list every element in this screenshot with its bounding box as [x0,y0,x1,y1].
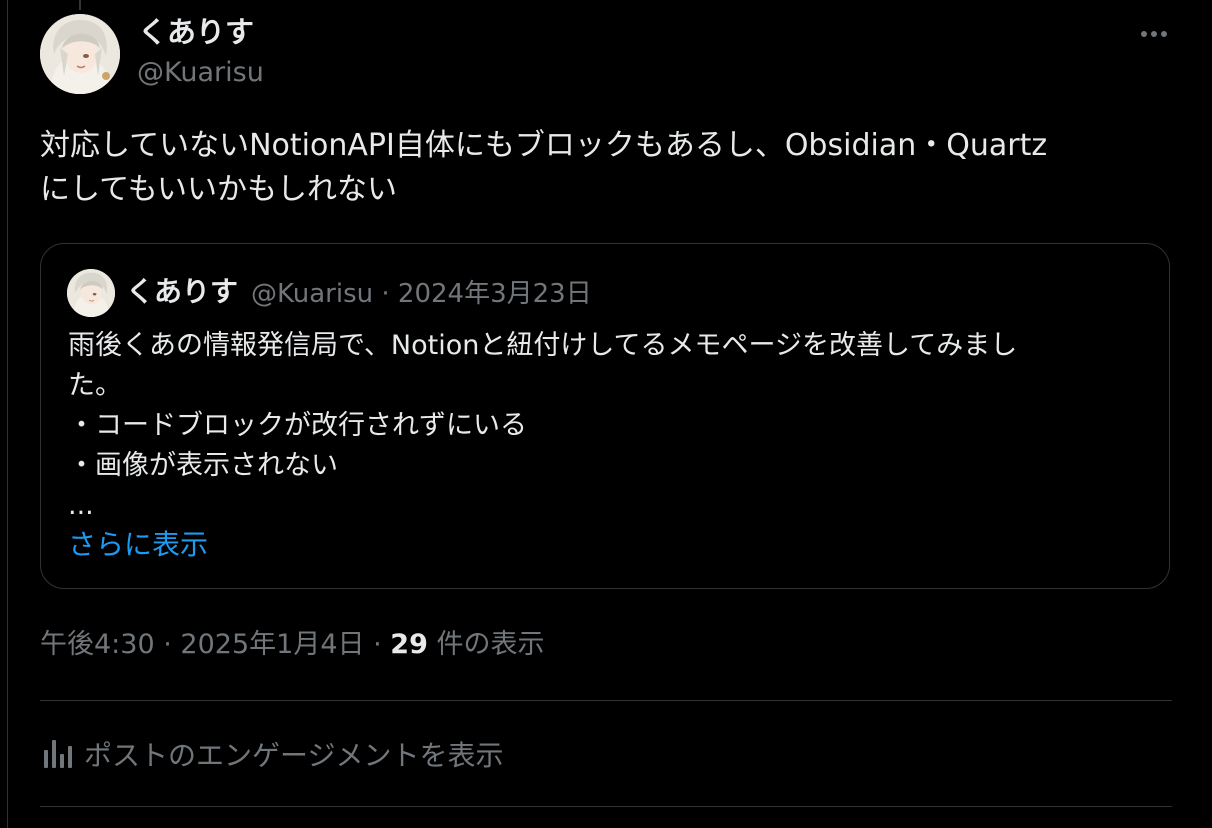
quoted-text-line: た。 [68,370,122,401]
meta-separator: · [381,279,390,309]
avatar-image [40,14,120,94]
more-dot [1141,31,1147,37]
views-label: 件の表示 [436,629,545,660]
post-text-line: 対応していないNotionAPI自体にもブロックもあるし、Obsidian・Qu… [40,128,1048,163]
quoted-text-line: 雨後くあの情報発信局で、Notionと紐付けしてるメモページを改善してみまし [68,330,1018,361]
meta-separator: · [373,629,382,660]
quoted-author-name: くありす [126,275,239,308]
quoted-post-text: 雨後くあの情報発信局で、Notionと紐付けしてるメモページを改善してみまし た… [68,326,1148,526]
post-date[interactable]: 2025年1月4日 [180,629,364,660]
more-dot [1151,31,1157,37]
quoted-post-card[interactable]: くありす @Kuarisu · 2024年3月23日 雨後くあの情報発信局で、N… [40,243,1170,589]
quoted-text-line: ... [68,490,94,521]
post-time[interactable]: 午後4:30 [40,629,155,660]
divider-bottom [40,806,1172,807]
views-count: 29 [390,629,428,660]
quoted-avatar-image [67,269,115,317]
meta-separator: · [163,629,172,660]
column-border [7,0,8,828]
view-engagement-button[interactable]: ポストのエンゲージメントを表示 [40,734,503,774]
more-options-icon[interactable] [1136,22,1172,46]
quoted-date: 2024年3月23日 [397,279,592,309]
quoted-text-line: ・コードブロックが改行されずにいる [68,410,527,441]
author-avatar[interactable] [40,14,120,94]
author-handle[interactable]: @Kuarisu [137,56,264,90]
analytics-bars-icon [44,740,72,768]
post-meta: 午後4:30 · 2025年1月4日 · 29 件の表示 [40,627,544,663]
divider-top [40,700,1172,701]
thread-connector-line [79,0,81,10]
quoted-text-line: ・画像が表示されない [68,450,338,481]
author-display-name[interactable]: くありす [138,14,254,50]
quoted-meta: @Kuarisu · 2024年3月23日 [251,277,592,311]
more-dot [1161,31,1167,37]
quoted-author-avatar [67,269,115,317]
show-more-link[interactable]: さらに表示 [68,526,208,564]
engagement-label: ポストのエンゲージメントを表示 [84,739,504,772]
quoted-author-handle: @Kuarisu [251,279,374,309]
post-text: 対応していないNotionAPI自体にもブロックもあるし、Obsidian・Qu… [40,124,1175,212]
post-text-line: にしてもいいかもしれない [40,172,397,207]
